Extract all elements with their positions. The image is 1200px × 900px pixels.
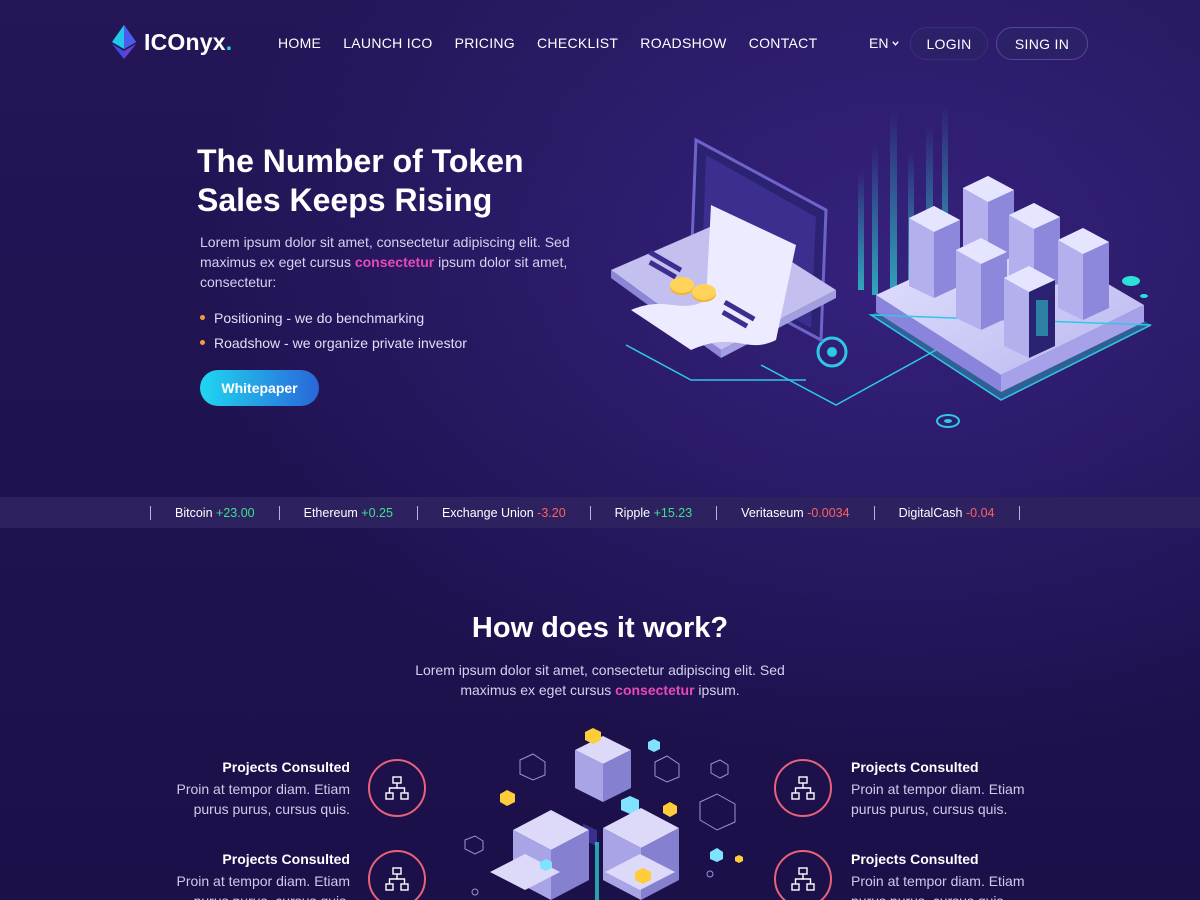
ticker-item[interactable]: Ethereum +0.25 xyxy=(280,506,417,520)
server-rack xyxy=(909,206,960,298)
brand-logo[interactable]: ICOnyx. xyxy=(112,25,232,59)
section-title: How does it work? xyxy=(471,612,729,644)
hero-title: The Number of Token Sales Keeps Rising xyxy=(197,143,524,218)
nav-launch-ico[interactable]: LAUNCH ICO xyxy=(343,35,432,51)
feature-icon-circle xyxy=(368,850,426,900)
feature-title: Projects Consulted xyxy=(222,851,350,867)
feature-item: Projects Consulted Proin at tempor diam.… xyxy=(150,850,350,900)
brand-name: ICOnyx. xyxy=(144,28,233,55)
server-rack xyxy=(1058,228,1109,320)
landing-page: ICOnyx. HOME LAUNCH ICO PRICING CHECKLIS… xyxy=(0,0,1200,900)
ticker-item[interactable]: Exchange Union -3.20 xyxy=(418,506,590,520)
list-item: Positioning - we do benchmarking xyxy=(200,305,467,330)
bullet-dot-icon xyxy=(200,315,205,320)
login-button[interactable]: LOGIN xyxy=(910,27,988,60)
nav-roadshow[interactable]: ROADSHOW xyxy=(640,35,726,51)
feature-item: Projects Consulted Proin at tempor diam.… xyxy=(150,758,350,819)
hero-description: Lorem ipsum dolor sit amet, consectetur … xyxy=(200,234,570,290)
ticker-divider xyxy=(1018,505,1020,520)
feature-title: Projects Consulted xyxy=(222,759,350,775)
section-description: Lorem ipsum dolor sit amet, consectetur … xyxy=(415,662,785,698)
language-selector[interactable]: EN xyxy=(869,35,900,51)
nav-home[interactable]: HOME xyxy=(278,35,321,51)
hierarchy-icon xyxy=(385,867,409,891)
nav-pricing[interactable]: PRICING xyxy=(455,35,515,51)
blockchain-illustration xyxy=(464,728,743,900)
top-navbar: ICOnyx. HOME LAUNCH ICO PRICING CHECKLIS… xyxy=(0,0,1200,88)
hero-bullet-list: Positioning - we do benchmarking Roadsho… xyxy=(200,305,467,355)
server-rack xyxy=(1004,266,1055,358)
ticker-item[interactable]: Ripple +15.23 xyxy=(591,506,717,520)
feature-description: Proin at tempor diam. Etiam purus purus,… xyxy=(176,781,350,817)
hero-illustration xyxy=(611,105,1152,428)
nav-checklist[interactable]: CHECKLIST xyxy=(537,35,618,51)
nav-contact[interactable]: CONTACT xyxy=(749,35,818,51)
feature-title: Projects Consulted xyxy=(851,851,979,867)
feature-icon-circle xyxy=(368,759,426,817)
diamond-logo-icon xyxy=(112,25,136,59)
feature-title: Projects Consulted xyxy=(851,759,979,775)
hierarchy-icon xyxy=(791,867,815,891)
hierarchy-icon xyxy=(385,776,409,800)
server-rack xyxy=(956,238,1007,330)
whitepaper-button[interactable]: Whitepaper xyxy=(200,370,319,406)
hero-highlight: consectetur xyxy=(354,254,435,270)
chevron-down-icon xyxy=(892,40,900,46)
hierarchy-icon xyxy=(791,776,815,800)
feature-description: Proin at tempor diam. Etiam purus purus,… xyxy=(176,873,350,900)
feature-description: Proin at tempor diam. Etiam purus purus,… xyxy=(851,873,1025,900)
bullet-dot-icon xyxy=(200,340,205,345)
feature-item: Projects Consulted Proin at tempor diam.… xyxy=(851,850,1051,900)
language-label: EN xyxy=(869,35,889,51)
ticker-item[interactable]: Veritaseum -0.0034 xyxy=(717,506,873,520)
price-ticker: Bitcoin +23.00 Ethereum +0.25 Exchange U… xyxy=(0,497,1200,528)
main-menu: HOME LAUNCH ICO PRICING CHECKLIST ROADSH… xyxy=(278,35,817,51)
list-item: Roadshow - we organize private investor xyxy=(200,330,467,355)
feature-icon-circle xyxy=(774,850,832,900)
section-highlight: consectetur xyxy=(615,682,695,698)
feature-item: Projects Consulted Proin at tempor diam.… xyxy=(851,758,1051,819)
feature-icon-circle xyxy=(774,759,832,817)
feature-description: Proin at tempor diam. Etiam purus purus,… xyxy=(851,781,1025,817)
ticker-item[interactable]: Bitcoin +23.00 xyxy=(151,506,279,520)
signin-button[interactable]: SING IN xyxy=(996,27,1088,60)
ticker-item[interactable]: DigitalCash -0.04 xyxy=(875,506,1019,520)
